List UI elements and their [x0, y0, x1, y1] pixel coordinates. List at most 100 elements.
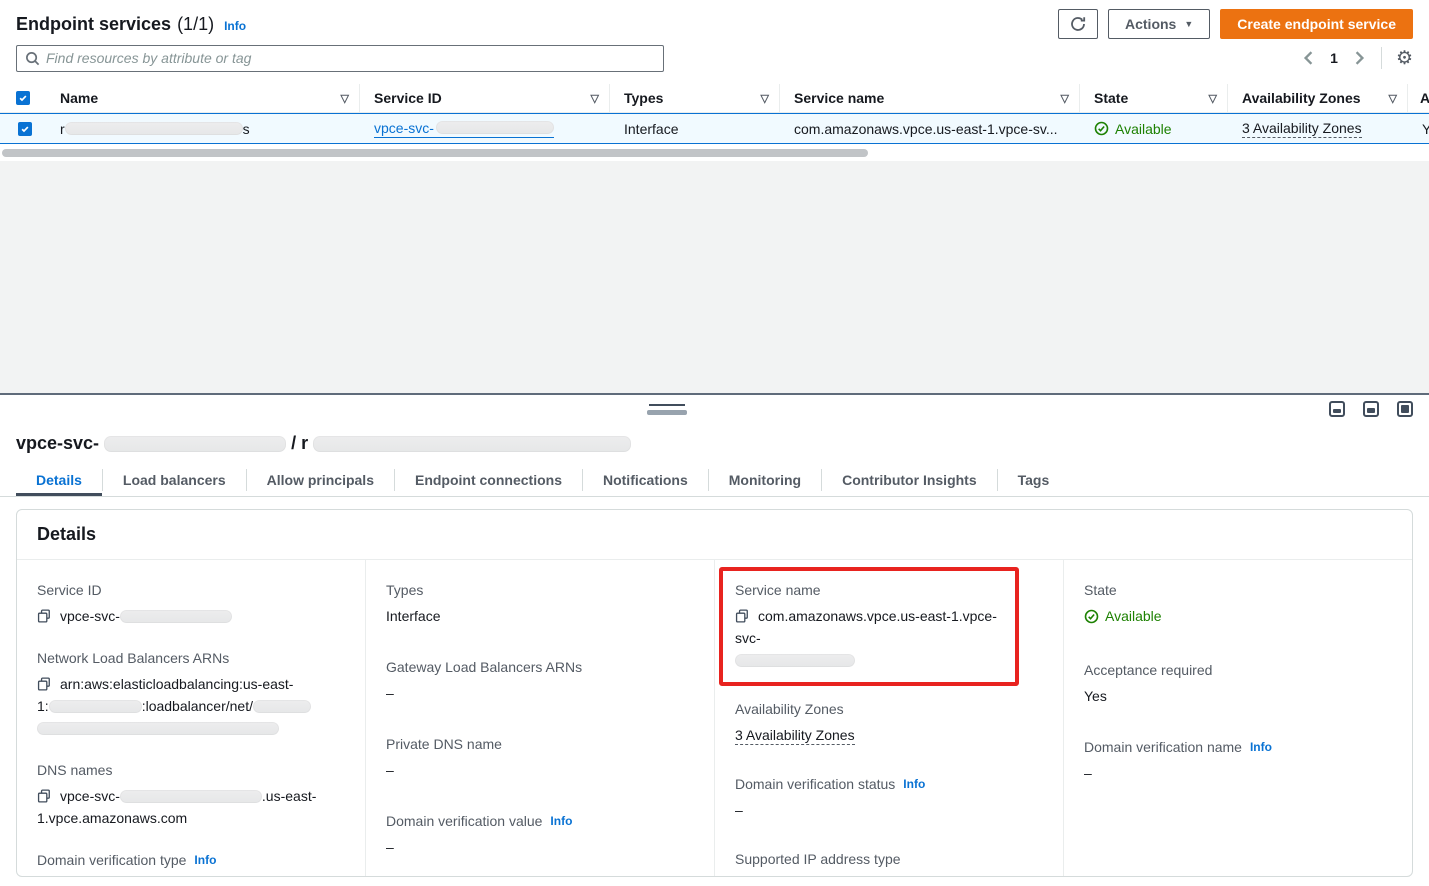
copy-icon[interactable] [37, 787, 51, 801]
field-dns-names: DNS names vpce-svc-.us-east- 1.vpce.amaz… [37, 760, 341, 829]
filter-icon[interactable]: ▽ [341, 92, 349, 105]
column-header-availability-zones[interactable]: Availability Zones ▽ [1228, 84, 1408, 112]
redacted-text [313, 436, 631, 452]
redacted-text [735, 654, 855, 667]
details-column-4: State Available Acceptance required [1063, 560, 1412, 876]
field-glb-arns: Gateway Load Balancers ARNs – [386, 657, 690, 704]
endpoint-services-table: Name ▽ Service ID ▽ Types ▽ Service name… [0, 84, 1429, 144]
cell-name: r s [46, 114, 360, 143]
search-box[interactable] [16, 45, 664, 72]
info-link[interactable]: Info [550, 811, 572, 831]
horizontal-scrollbar [0, 148, 1429, 158]
info-link[interactable]: Info [1250, 737, 1272, 757]
redacted-text [253, 700, 311, 713]
filter-icon[interactable]: ▽ [591, 92, 599, 105]
field-acceptance-required: Acceptance required Yes [1084, 660, 1388, 707]
refresh-icon [1070, 16, 1086, 32]
search-input[interactable] [46, 50, 655, 66]
redacted-text [37, 722, 279, 735]
field-domain-verification-type: Domain verification type Info – [37, 850, 341, 877]
panel-position-full-icon[interactable] [1397, 401, 1413, 417]
copy-icon[interactable] [735, 876, 749, 877]
redacted-text [120, 790, 262, 803]
check-circle-icon [1084, 609, 1099, 624]
pagination: 1 ⚙ [1301, 47, 1413, 69]
panel-title: vpce-svc- / r [16, 433, 631, 454]
column-header-name[interactable]: Name ▽ [46, 84, 360, 112]
select-all-checkbox[interactable] [16, 91, 30, 105]
availability-zones-popover[interactable]: 3 Availability Zones [1242, 120, 1362, 138]
page-title-text: Endpoint services [16, 14, 171, 35]
preferences-gear-icon[interactable]: ⚙ [1396, 49, 1413, 68]
panel-position-half-icon[interactable] [1363, 401, 1379, 417]
field-domain-verification-value: Domain verification value Info – [386, 811, 690, 858]
filter-icon[interactable]: ▽ [1389, 92, 1397, 105]
field-nlb-arns: Network Load Balancers ARNs arn:aws:elas… [37, 648, 341, 739]
tab-contributor-insights[interactable]: Contributor Insights [822, 463, 997, 496]
tab-tags[interactable]: Tags [998, 463, 1070, 496]
column-header-types[interactable]: Types ▽ [610, 84, 780, 112]
redacted-text [120, 610, 232, 623]
toolbar: 1 ⚙ [16, 44, 1413, 72]
panel-layout-buttons [1329, 401, 1413, 417]
copy-icon[interactable] [37, 607, 51, 621]
details-column-3: Service name com.amazonaws.vpce.us-east-… [714, 560, 1063, 876]
previous-page-button[interactable] [1301, 49, 1316, 67]
vpc-endpoint-services-screen: Endpoint services (1/1) Info Actions ▼ C… [0, 0, 1429, 886]
create-endpoint-service-button[interactable]: Create endpoint service [1220, 9, 1413, 39]
split-panel-drag-handle[interactable] [647, 404, 687, 415]
page-title: Endpoint services (1/1) Info [16, 14, 246, 35]
panel-tabs: Details Load balancers Allow principals … [0, 463, 1429, 497]
redacted-text [104, 436, 286, 452]
service-id-link[interactable]: vpce-svc- [374, 120, 554, 138]
tab-details[interactable]: Details [16, 463, 102, 496]
refresh-button[interactable] [1058, 9, 1098, 39]
details-card-body: Service ID vpce-svc- Network Load Balanc… [17, 560, 1412, 876]
cell-types: Interface [610, 114, 780, 143]
service-name-highlight-box: Service name com.amazonaws.vpce.us-east-… [719, 567, 1019, 686]
field-private-dns-name: Private DNS name – [386, 734, 690, 781]
cell-availability-zones: 3 Availability Zones [1228, 114, 1408, 143]
tab-notifications[interactable]: Notifications [583, 463, 708, 496]
detail-split-panel: vpce-svc- / r Details Load balancers All… [0, 395, 1429, 886]
redacted-text [49, 700, 142, 713]
redacted-text [436, 121, 554, 134]
field-domain-verification-name: Domain verification name Info – [1084, 737, 1388, 784]
resource-count: (1/1) [177, 14, 214, 35]
column-header-service-id[interactable]: Service ID ▽ [360, 84, 610, 112]
availability-zones-popover[interactable]: 3 Availability Zones [735, 727, 855, 745]
cell-service-id: vpce-svc- [360, 114, 610, 143]
tab-allow-principals[interactable]: Allow principals [247, 463, 394, 496]
cell-acceptance-clipped: Y [1408, 114, 1429, 143]
details-card-heading: Details [17, 510, 1412, 560]
details-column-2: Types Interface Gateway Load Balancers A… [365, 560, 714, 876]
column-header-state[interactable]: State ▽ [1080, 84, 1228, 112]
tab-monitoring[interactable]: Monitoring [709, 463, 821, 496]
tab-load-balancers[interactable]: Load balancers [103, 463, 246, 496]
column-header-service-name[interactable]: Service name ▽ [780, 84, 1080, 112]
header-info-link[interactable]: Info [224, 19, 246, 33]
column-header-acceptance-clipped[interactable]: A [1408, 84, 1429, 112]
field-availability-zones: Availability Zones 3 Availability Zones [735, 699, 1039, 746]
toolbar-divider [1381, 47, 1382, 69]
copy-icon[interactable] [37, 675, 51, 689]
tab-endpoint-connections[interactable]: Endpoint connections [395, 463, 582, 496]
panel-position-bottom-icon[interactable] [1329, 401, 1345, 417]
actions-button[interactable]: Actions ▼ [1108, 9, 1210, 39]
field-state: State Available [1084, 580, 1388, 630]
info-link[interactable]: Info [903, 774, 925, 794]
filter-icon[interactable]: ▽ [1061, 92, 1069, 105]
horizontal-scrollbar-thumb[interactable] [2, 149, 868, 157]
field-service-name: Service name com.amazonaws.vpce.us-east-… [735, 580, 1003, 671]
info-link[interactable]: Info [194, 850, 216, 870]
table-row[interactable]: r s vpce-svc- Interface com.amazonaws.vp… [0, 113, 1429, 144]
filter-icon[interactable]: ▽ [761, 92, 769, 105]
filter-icon[interactable]: ▽ [1209, 92, 1217, 105]
row-checkbox[interactable] [18, 122, 32, 136]
cell-service-name: com.amazonaws.vpce.us-east-1.vpce-sv... [780, 114, 1080, 143]
details-column-1: Service ID vpce-svc- Network Load Balanc… [17, 560, 365, 876]
copy-icon[interactable] [735, 607, 749, 621]
current-page-number[interactable]: 1 [1330, 50, 1338, 66]
next-page-button[interactable] [1352, 49, 1367, 67]
field-types: Types Interface [386, 580, 690, 627]
